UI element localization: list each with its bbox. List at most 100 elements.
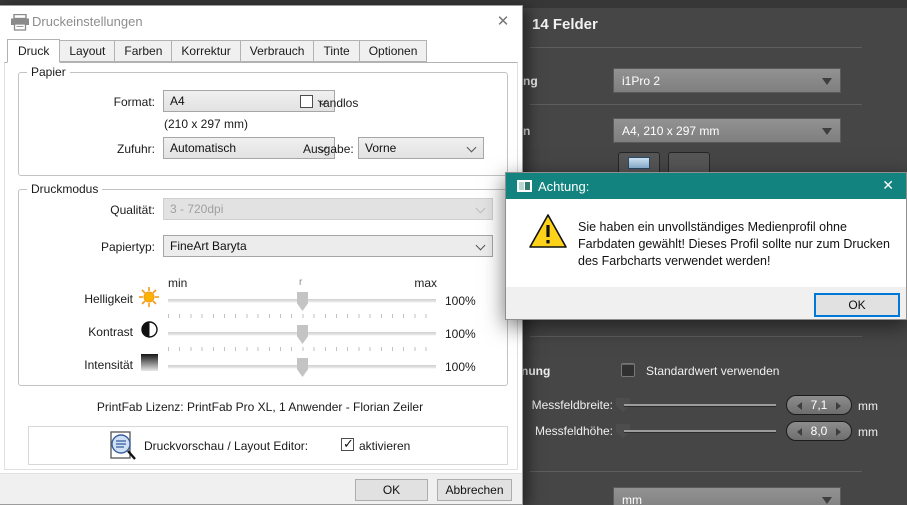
dropdown-arrow-icon	[822, 128, 832, 140]
warning-dialog: Achtung: ✕ Sie haben ein unvollständiges…	[505, 172, 907, 320]
contrast-value: 100%	[445, 327, 476, 341]
standard-value-checkbox[interactable]	[621, 363, 635, 377]
borderless-checkbox[interactable]	[300, 95, 313, 108]
contrast-icon	[141, 321, 158, 338]
warning-titlebar[interactable]: Achtung: ✕	[506, 173, 906, 199]
chevron-down-icon	[476, 204, 486, 214]
warning-message: Sie haben ein unvollständiges Medienprof…	[578, 219, 904, 270]
chart-secondary-button[interactable]	[668, 152, 710, 174]
papertype-label: Papiertyp:	[45, 240, 155, 254]
scale-center-mark: r	[299, 277, 302, 288]
tab-verbrauch[interactable]: Verbrauch	[240, 40, 315, 62]
patch-width-label: Messfeldbreite:	[525, 398, 613, 412]
chevron-down-icon	[476, 241, 486, 251]
tick-marks	[168, 347, 436, 351]
tab-tinte[interactable]: Tinte	[313, 40, 359, 62]
checkmark-icon: ✓	[343, 436, 354, 452]
output-combobox[interactable]: Vorne	[358, 137, 484, 159]
standard-value-checkbox-label: Standardwert verwenden	[646, 364, 779, 378]
dropdown-arrow-icon	[822, 78, 832, 90]
chart-thumbnail-icon	[628, 157, 650, 169]
warning-triangle-icon	[528, 213, 568, 249]
device-dropdown[interactable]: i1Pro 2	[613, 68, 841, 93]
unit-dropdown-value: mm	[622, 493, 642, 505]
close-icon[interactable]: ✕	[494, 12, 512, 30]
increment-icon[interactable]	[836, 428, 845, 436]
print-preview-icon	[109, 431, 137, 462]
decrement-icon[interactable]	[793, 402, 802, 410]
patch-width-slider-track[interactable]	[624, 404, 776, 406]
preview-enable-label: aktivieren	[359, 439, 410, 453]
tick-marks	[168, 314, 436, 318]
brightness-label: Helligkeit	[33, 292, 133, 306]
quality-combobox: 3 - 720dpi	[163, 198, 493, 220]
dialog-title: Druckeinstellungen	[32, 14, 143, 29]
patch-width-unit: mm	[858, 399, 878, 413]
increment-icon[interactable]	[836, 402, 845, 410]
tab-druck[interactable]: Druck	[7, 39, 60, 63]
tab-farben[interactable]: Farben	[114, 40, 172, 62]
printer-icon	[10, 14, 30, 31]
preview-enable-checkbox[interactable]: ✓	[341, 438, 354, 451]
intensity-value: 100%	[445, 360, 476, 374]
papertype-combobox[interactable]: FineArt Baryta	[163, 235, 493, 257]
tab-layout[interactable]: Layout	[59, 40, 115, 62]
measure-section-label-fragment: nung	[521, 364, 550, 378]
divider	[530, 336, 862, 337]
chevron-down-icon	[467, 143, 477, 153]
output-label: Ausgabe:	[303, 142, 351, 156]
patch-width-stepper[interactable]: 7,1	[786, 395, 852, 415]
intensity-label: Intensität	[33, 358, 133, 372]
patch-height-label: Messfeldhöhe:	[525, 424, 613, 438]
screen: 14 Felder ng i1Pro 2 n A4, 210 x 297 mm …	[0, 0, 907, 505]
device-label-fragment: ng	[523, 74, 538, 88]
patch-width-value: 7,1	[811, 398, 828, 412]
brightness-value: 100%	[445, 294, 476, 308]
scale-min-label: min	[168, 276, 187, 290]
quality-label: Qualität:	[45, 203, 155, 217]
tab-optionen[interactable]: Optionen	[359, 40, 428, 62]
quality-value: 3 - 720dpi	[170, 202, 223, 216]
preview-label: Druckvorschau / Layout Editor:	[144, 439, 308, 453]
format-value: A4	[170, 94, 185, 108]
paper-size-dropdown[interactable]: A4, 210 x 297 mm	[613, 118, 841, 143]
warning-ok-button[interactable]: OK	[814, 293, 900, 317]
device-dropdown-value: i1Pro 2	[622, 74, 660, 88]
patch-height-stepper[interactable]: 8,0	[786, 421, 852, 441]
papertype-value: FineArt Baryta	[170, 239, 247, 253]
feed-value: Automatisch	[170, 141, 236, 155]
contrast-label: Kontrast	[33, 325, 133, 339]
decrement-icon[interactable]	[793, 428, 802, 436]
scale-max-label: max	[400, 276, 437, 290]
print-settings-dialog: Druckeinstellungen ✕ Druck Layout Farben…	[0, 5, 523, 505]
background-heading: 14 Felder	[532, 16, 598, 33]
unit-dropdown[interactable]: mm	[613, 487, 841, 505]
warning-title: Achtung:	[538, 179, 589, 194]
print-mode-group-title: Druckmodus	[27, 182, 102, 196]
close-icon[interactable]: ✕	[882, 177, 894, 194]
paper-label-fragment: n	[523, 124, 530, 138]
patch-height-value: 8,0	[811, 424, 828, 438]
sun-icon	[139, 287, 159, 307]
tab-korrektur[interactable]: Korrektur	[171, 40, 240, 62]
cancel-button[interactable]: Abbrechen	[437, 479, 512, 501]
dialog-titlebar[interactable]: Druckeinstellungen ✕	[0, 6, 522, 36]
divider	[530, 104, 862, 105]
paper-size-note: (210 x 297 mm)	[164, 117, 248, 131]
paper-size-dropdown-value: A4, 210 x 297 mm	[622, 124, 719, 138]
chart-preview-button[interactable]	[618, 152, 660, 174]
patch-height-slider-track[interactable]	[624, 430, 776, 432]
ok-button[interactable]: OK	[355, 479, 428, 501]
preview-box: Druckvorschau / Layout Editor: ✓ aktivie…	[28, 426, 508, 465]
license-text: PrintFab Lizenz: PrintFab Pro XL, 1 Anwe…	[20, 400, 500, 414]
paper-group-title: Papier	[27, 65, 70, 79]
tab-strip: Druck Layout Farben Korrektur Verbrauch …	[7, 39, 427, 62]
divider	[530, 47, 862, 48]
paper-group: Papier	[18, 72, 508, 176]
app-window-icon	[517, 180, 532, 192]
divider	[530, 471, 862, 472]
patch-height-unit: mm	[858, 425, 878, 439]
feed-label: Zufuhr:	[45, 142, 155, 156]
format-label: Format:	[45, 95, 155, 109]
borderless-label: randlos	[319, 96, 358, 110]
